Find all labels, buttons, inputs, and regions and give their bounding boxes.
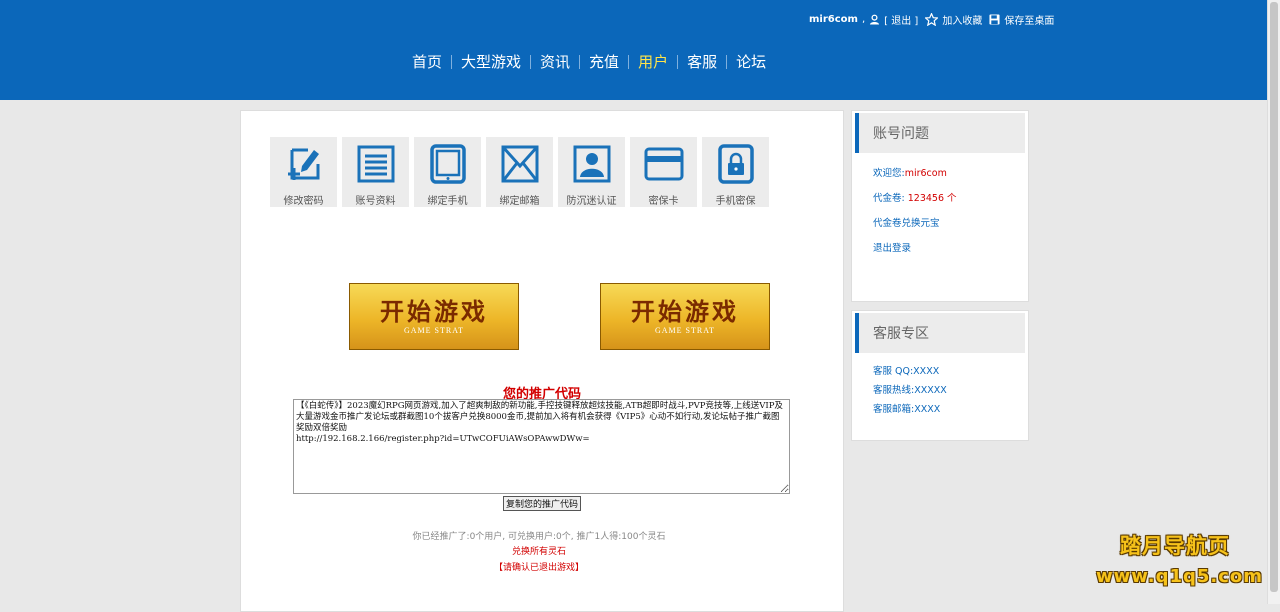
watermark-url: www.q1q5.com bbox=[1096, 566, 1264, 587]
add-favorite-link[interactable]: 加入收藏 bbox=[942, 12, 982, 27]
nav-forum[interactable]: 论坛 bbox=[736, 51, 766, 72]
service-email: 客服邮箱:XXXX bbox=[873, 404, 941, 415]
welcome-username: mir6com bbox=[904, 168, 947, 179]
nav-separator bbox=[726, 54, 728, 69]
nav-separator bbox=[677, 54, 679, 69]
nav-separator bbox=[628, 54, 630, 69]
tile-label: 密保卡 bbox=[648, 196, 679, 207]
logout-link[interactable]: [ 退出 ] bbox=[884, 12, 918, 27]
voucher-prefix: 代金卷: bbox=[873, 193, 908, 204]
start-game-title: 开始游戏 bbox=[380, 297, 488, 326]
nav-separator bbox=[579, 54, 581, 69]
nav-news[interactable]: 资讯 bbox=[540, 51, 570, 72]
page-scrollbar[interactable] bbox=[1267, 0, 1280, 604]
account-list: 欢迎您:mir6com 代金卷: 123456 个 代金卷兑换元宝 退出登录 bbox=[852, 153, 1028, 261]
main-nav: 首页 大型游戏 资讯 充值 用户 客服 论坛 bbox=[412, 51, 766, 72]
account-box-title: 账号问题 bbox=[855, 113, 1025, 153]
save-desktop-link[interactable]: 保存至桌面 bbox=[1004, 12, 1054, 27]
tablet-icon bbox=[429, 144, 466, 184]
service-list: 客服 QQ:XXXX 客服热线:XXXXX 客服邮箱:XXXX bbox=[852, 353, 1028, 419]
service-box: 客服专区 客服 QQ:XXXX 客服热线:XXXXX 客服邮箱:XXXX bbox=[851, 310, 1029, 441]
tile-phone-security[interactable]: 手机密保 bbox=[702, 137, 769, 207]
nav-large-games[interactable]: 大型游戏 bbox=[461, 51, 521, 72]
comma: , bbox=[861, 14, 866, 25]
nav-separator bbox=[530, 54, 532, 69]
start-game-button[interactable]: 开始游戏 GAME STRAT bbox=[349, 283, 519, 350]
tile-label: 绑定手机 bbox=[427, 196, 468, 207]
voucher-value: 123456 个 bbox=[907, 193, 957, 204]
nav-separator bbox=[451, 54, 453, 69]
user-icon bbox=[870, 14, 880, 25]
promo-stats: 你已经推广了:0个用户, 可兑换用户:0个, 推广1人得:100个灵石 bbox=[412, 532, 666, 542]
tile-bind-phone[interactable]: 绑定手机 bbox=[414, 137, 481, 207]
nav-service[interactable]: 客服 bbox=[687, 51, 717, 72]
service-box-title: 客服专区 bbox=[855, 313, 1025, 353]
nav-recharge[interactable]: 充值 bbox=[589, 51, 619, 72]
tile-label: 修改密码 bbox=[283, 196, 324, 207]
start-game-title: 开始游戏 bbox=[631, 297, 739, 326]
envelope-icon bbox=[501, 145, 538, 183]
voucher-exchange-link[interactable]: 代金卷兑换元宝 bbox=[873, 211, 1028, 236]
edit-password-icon bbox=[287, 148, 319, 180]
username: mir6com bbox=[809, 14, 858, 25]
start-game-subtitle: GAME STRAT bbox=[403, 326, 464, 335]
tile-security-card[interactable]: 密保卡 bbox=[630, 137, 697, 207]
save-icon bbox=[989, 14, 1000, 25]
start-game-subtitle: GAME STRAT bbox=[654, 326, 715, 335]
card-icon bbox=[644, 147, 683, 181]
voucher-item: 代金卷: 123456 个 bbox=[873, 186, 1028, 211]
welcome-prefix: 欢迎您: bbox=[873, 168, 905, 179]
welcome-item: 欢迎您:mir6com bbox=[873, 161, 1028, 186]
account-box: 账号问题 欢迎您:mir6com 代金卷: 123456 个 代金卷兑换元宝 退… bbox=[851, 110, 1029, 302]
copy-promo-button[interactable]: 复制您的推广代码 bbox=[503, 496, 581, 511]
start-game-button-2[interactable]: 开始游戏 GAME STRAT bbox=[600, 283, 770, 350]
tile-change-password[interactable]: 修改密码 bbox=[270, 137, 337, 207]
watermark-title: 踏月导航页 bbox=[1120, 534, 1230, 558]
service-qq: 客服 QQ:XXXX bbox=[873, 366, 940, 377]
main-panel: 修改密码 账号资料 绑定手机 绑定邮箱 防沉迷认证 密保卡 手机密保 开始游戏 … bbox=[240, 110, 844, 612]
exchange-stones-link[interactable]: 兑换所有灵石 bbox=[241, 544, 837, 557]
header-bar: mir6com , [ 退出 ] 加入收藏 保存至桌面 首页 大型游戏 资讯 充… bbox=[0, 0, 1268, 100]
service-hotline: 客服热线:XXXXX bbox=[873, 385, 947, 396]
id-card-icon bbox=[573, 145, 610, 183]
nav-user[interactable]: 用户 bbox=[638, 51, 668, 72]
tile-anti-addiction[interactable]: 防沉迷认证 bbox=[558, 137, 625, 207]
document-icon bbox=[357, 145, 394, 183]
scrollbar-thumb[interactable] bbox=[1270, 2, 1278, 592]
tile-label: 账号资料 bbox=[355, 196, 396, 207]
confirm-note: 【请确认已退出游戏】 bbox=[493, 563, 584, 573]
phone-lock-icon bbox=[717, 144, 754, 184]
tile-bind-email[interactable]: 绑定邮箱 bbox=[486, 137, 553, 207]
tool-tiles: 修改密码 账号资料 绑定手机 绑定邮箱 防沉迷认证 密保卡 手机密保 bbox=[270, 137, 769, 207]
star-icon bbox=[925, 13, 939, 26]
nav-home[interactable]: 首页 bbox=[412, 51, 442, 72]
logout-menu-link[interactable]: 退出登录 bbox=[873, 236, 1028, 261]
promo-code-textarea[interactable]: 【《白蛇传》】2023魔幻RPG网页游戏,加入了超爽制敌的新功能,手控技键释放超… bbox=[293, 399, 790, 494]
tile-label: 手机密保 bbox=[715, 196, 756, 207]
user-bar: mir6com , [ 退出 ] 加入收藏 保存至桌面 bbox=[809, 12, 1054, 27]
tile-label: 防沉迷认证 bbox=[566, 196, 617, 207]
tile-account-info[interactable]: 账号资料 bbox=[342, 137, 409, 207]
tile-label: 绑定邮箱 bbox=[499, 196, 540, 207]
